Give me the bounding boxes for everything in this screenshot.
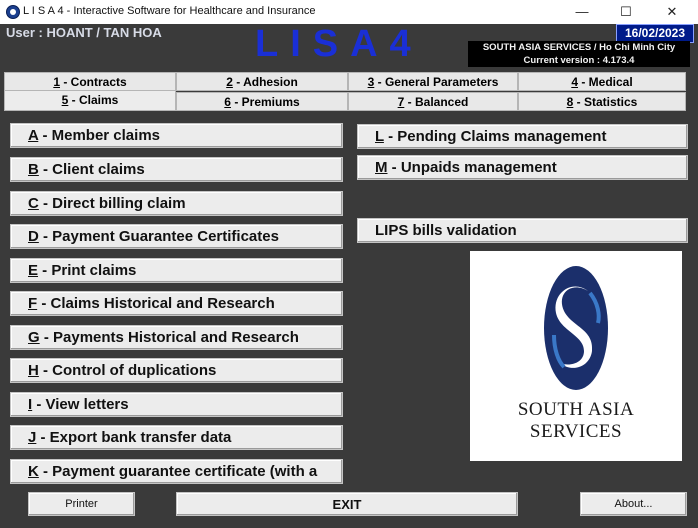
shortcut-key: C [28, 195, 39, 212]
shortcut-key: G [28, 329, 40, 346]
app-window: L I S A 4 - Interactive Software for Hea… [0, 0, 698, 528]
tab-key: 4 [571, 75, 578, 89]
payments-historical-research-button[interactable]: G - Payments Historical and Research [10, 325, 343, 350]
tab-premiums[interactable]: 6 - Premiums [176, 92, 348, 111]
app-logo-text: LISA4 [255, 23, 423, 65]
shortcut-key: E [28, 262, 39, 279]
tab-balanced[interactable]: 7 - Balanced [348, 92, 518, 111]
print-claims-button[interactable]: E - Print claims [10, 258, 343, 283]
tab-label: - Adhesion [232, 75, 298, 89]
tab-key: 2 [226, 75, 233, 89]
unpaids-management-button[interactable]: M - Unpaids management [357, 155, 688, 180]
window-title: L I S A 4 - Interactive Software for Hea… [23, 5, 316, 17]
tab-claims[interactable]: 5 - Claims [4, 90, 176, 111]
button-label: - Export bank transfer data [36, 429, 232, 446]
tab-key: 1 [53, 75, 60, 89]
pending-claims-management-button[interactable]: L - Pending Claims management [357, 124, 688, 149]
tab-label: - Balanced [404, 95, 469, 109]
button-label: - Control of duplications [38, 362, 217, 379]
direct-billing-claim-button[interactable]: C - Direct billing claim [10, 191, 343, 216]
printer-button[interactable]: Printer [28, 492, 135, 516]
button-label: - Member claims [38, 127, 160, 144]
button-label: - Payment Guarantee Certificates [38, 228, 279, 245]
button-label: - Pending Claims management [383, 128, 607, 145]
shortcut-key: M [375, 159, 388, 176]
tab-general-parameters[interactable]: 3 - General Parameters [348, 72, 518, 91]
tab-label: - Medical [578, 75, 633, 89]
member-claims-button[interactable]: A - Member claims [10, 123, 343, 148]
tab-label: - Claims [68, 93, 119, 107]
view-letters-button[interactable]: I - View letters [10, 392, 343, 417]
shortcut-key: H [28, 362, 39, 379]
export-bank-transfer-data-button[interactable]: J - Export bank transfer data [10, 425, 343, 450]
tab-label: - Contracts [60, 75, 127, 89]
claims-historical-research-button[interactable]: F - Claims Historical and Research [10, 291, 343, 316]
shortcut-key: K [28, 463, 39, 480]
button-label: - Payment guarantee certificate (with a [38, 463, 318, 480]
tab-medical[interactable]: 4 - Medical [518, 72, 686, 91]
shortcut-key: L [375, 128, 384, 145]
tab-label: - Premiums [230, 95, 300, 109]
logo-caption: SOUTH ASIA SERVICES [517, 399, 635, 442]
button-label: - Direct billing claim [38, 195, 186, 212]
tab-label: - General Parameters [374, 75, 499, 89]
shortcut-key: F [28, 295, 38, 312]
tab-bar: 1 - Contracts 2 - Adhesion 3 - General P… [0, 68, 698, 112]
payment-guarantee-certificate-with-button[interactable]: K - Payment guarantee certificate (with … [10, 459, 343, 484]
button-label: - Claims Historical and Research [37, 295, 275, 312]
company-label: SOUTH ASIA SERVICES / Ho Chi Minh City [468, 41, 690, 54]
tab-key: 6 [224, 95, 231, 109]
tab-label: - Statistics [573, 95, 638, 109]
payment-guarantee-certificates-button[interactable]: D - Payment Guarantee Certificates [10, 224, 343, 249]
shortcut-key: D [28, 228, 39, 245]
exit-button[interactable]: EXIT [176, 492, 518, 516]
version-label: Current version : 4.173.4 [468, 54, 690, 67]
title-bar: L I S A 4 - Interactive Software for Hea… [0, 0, 698, 25]
user-label: User : HOANT / TAN HOA [6, 25, 162, 40]
client-claims-button[interactable]: B - Client claims [10, 157, 343, 182]
lips-bills-validation-button[interactable]: LIPS bills validation [357, 218, 688, 243]
company-logo: SOUTH ASIA SERVICES [470, 251, 682, 461]
tab-statistics[interactable]: 8 - Statistics [518, 92, 686, 111]
button-label: - View letters [32, 396, 129, 413]
button-label: - Payments Historical and Research [39, 329, 299, 346]
shortcut-key: A [28, 127, 39, 144]
tab-contracts[interactable]: 1 - Contracts [4, 72, 176, 91]
tab-adhesion[interactable]: 2 - Adhesion [176, 72, 348, 91]
about-button[interactable]: About... [580, 492, 687, 516]
footer-bar: Printer EXIT About... [0, 486, 698, 528]
maximize-button[interactable]: ☐ [606, 0, 646, 24]
control-of-duplications-button[interactable]: H - Control of duplications [10, 358, 343, 383]
header: User : HOANT / TAN HOA LISA4 16/02/2023 … [0, 24, 698, 68]
claims-panel: A - Member claims B - Client claims C - … [0, 112, 698, 486]
minimize-button[interactable]: — [562, 0, 602, 24]
south-asia-services-s-icon [544, 266, 608, 390]
shortcut-key: B [28, 161, 39, 178]
button-label: - Print claims [38, 262, 137, 279]
close-button[interactable]: ✕ [652, 0, 692, 24]
button-label: - Unpaids management [387, 159, 557, 176]
app-icon [6, 5, 20, 19]
button-label: - Client claims [38, 161, 145, 178]
